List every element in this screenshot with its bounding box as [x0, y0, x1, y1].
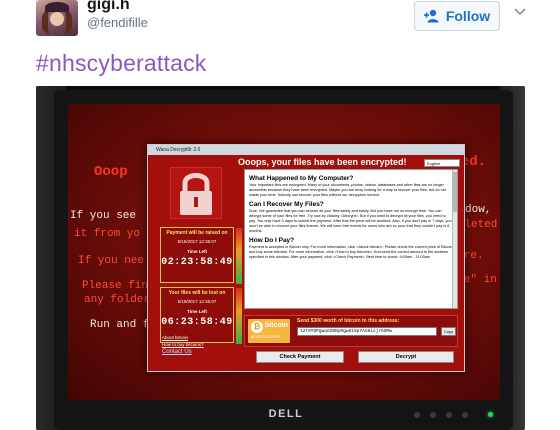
how-to-buy-link[interactable]: How to buy bitcoins? [162, 342, 204, 347]
display-name[interactable]: gigi.h [87, 0, 130, 14]
timer-left-label: Time Left [187, 249, 207, 254]
timer-date: 5/19/2017 12:36:07 [177, 299, 217, 304]
section-body: Payment is accepted in Bitcoin only. For… [249, 244, 453, 260]
section-body: Sure. We guarantee that you can recover … [249, 208, 452, 234]
monitor-button [430, 412, 436, 418]
bitcoin-logo-word: bitcoin [265, 322, 288, 329]
avatar-face [50, 12, 64, 26]
contact-us-link[interactable]: Contact Us [162, 349, 192, 355]
timer-payment-raised: Payment will be raised on 5/15/2017 12:3… [160, 227, 242, 284]
monitor: Ooop cted. If you see " window, u delete… [54, 90, 513, 430]
bitcoin-address-field[interactable]: 12t9YDPgwueZ9NyMgw519p7AA8isjr6SMw [297, 327, 437, 336]
ransom-window[interactable]: Wana Decrypt0r 2.0 Ooops, your files hav… [147, 144, 465, 372]
monitor-bezel-bottom: DELL [54, 400, 513, 430]
bitcoin-payment-area: ₿ bitcoin ACCEPTED HERE Send $300 worth … [244, 315, 458, 347]
dell-logo: DELL [268, 408, 304, 420]
timer-left-label: Time Left [187, 309, 207, 314]
language-select[interactable]: English [424, 159, 460, 167]
scrollbar-thumb[interactable] [453, 172, 457, 212]
copy-button[interactable]: Copy [441, 327, 456, 336]
section-heading: How Do I Pay? [249, 236, 295, 244]
bitcoin-accepted-label: ACCEPTED HERE [251, 335, 281, 339]
timer-countdown: 02:23:58:49 [161, 257, 233, 268]
timer-title: Payment will be raised on [166, 230, 228, 236]
text-scrollbar[interactable] [452, 170, 457, 308]
bg-text-line: If you nee [78, 255, 145, 267]
monitor-button [462, 412, 468, 418]
follow-button[interactable]: Follow [414, 1, 500, 31]
timer-countdown: 06:23:58:49 [161, 317, 233, 328]
timer-progress-bar [236, 288, 242, 344]
avatar[interactable] [36, 0, 78, 36]
bg-text-line: it from yo [74, 228, 141, 240]
tweet-photo[interactable]: Ooop cted. If you see " window, u delete… [36, 86, 525, 430]
decrypt-button[interactable]: Decrypt [358, 351, 454, 363]
screen-name[interactable]: @fendifille [87, 15, 148, 30]
timer-date: 5/15/2017 12:36:07 [177, 239, 217, 244]
padlock-icon [170, 167, 222, 219]
monitor-button [446, 412, 452, 418]
chevron-down-icon[interactable] [514, 7, 526, 17]
hashtag-link[interactable]: #nhscyberattack [36, 50, 206, 77]
monitor-screen: Ooop cted. If you see " window, u delete… [68, 104, 500, 400]
power-led [488, 412, 493, 417]
bg-text-line: Ooop [94, 164, 128, 180]
follow-label: Follow [445, 8, 491, 24]
timer-title: Your files will be lost on [168, 290, 226, 296]
bitcoin-logo: ₿ bitcoin ACCEPTED HERE [248, 319, 290, 343]
bitcoin-icon: ₿ [251, 321, 263, 333]
about-bitcoin-link[interactable]: About bitcoin [162, 335, 188, 340]
ransom-window-titlebar[interactable]: Wana Decrypt0r 2.0 [148, 145, 464, 155]
timer-progress-bar [236, 228, 242, 284]
ransom-heading: Ooops, your files have been encrypted! [238, 157, 407, 167]
send-amount-label: Send $300 worth of bitcoin to this addre… [297, 318, 400, 324]
person-add-icon [423, 9, 439, 23]
monitor-button [414, 412, 420, 418]
section-heading: Can I Recover My Files? [249, 200, 324, 208]
check-payment-button[interactable]: Check Payment [256, 351, 344, 363]
bg-text-line: If you see [70, 210, 137, 222]
ransom-text-panel[interactable]: What Happened to My Computer? Your impor… [244, 169, 458, 309]
section-body: Your important files are encrypted. Many… [249, 183, 446, 198]
avatar-hat [45, 2, 69, 12]
bg-text-line: Please fin [82, 280, 149, 292]
section-heading: What Happened to My Computer? [249, 175, 354, 182]
bg-text-line: any folder [84, 294, 151, 306]
